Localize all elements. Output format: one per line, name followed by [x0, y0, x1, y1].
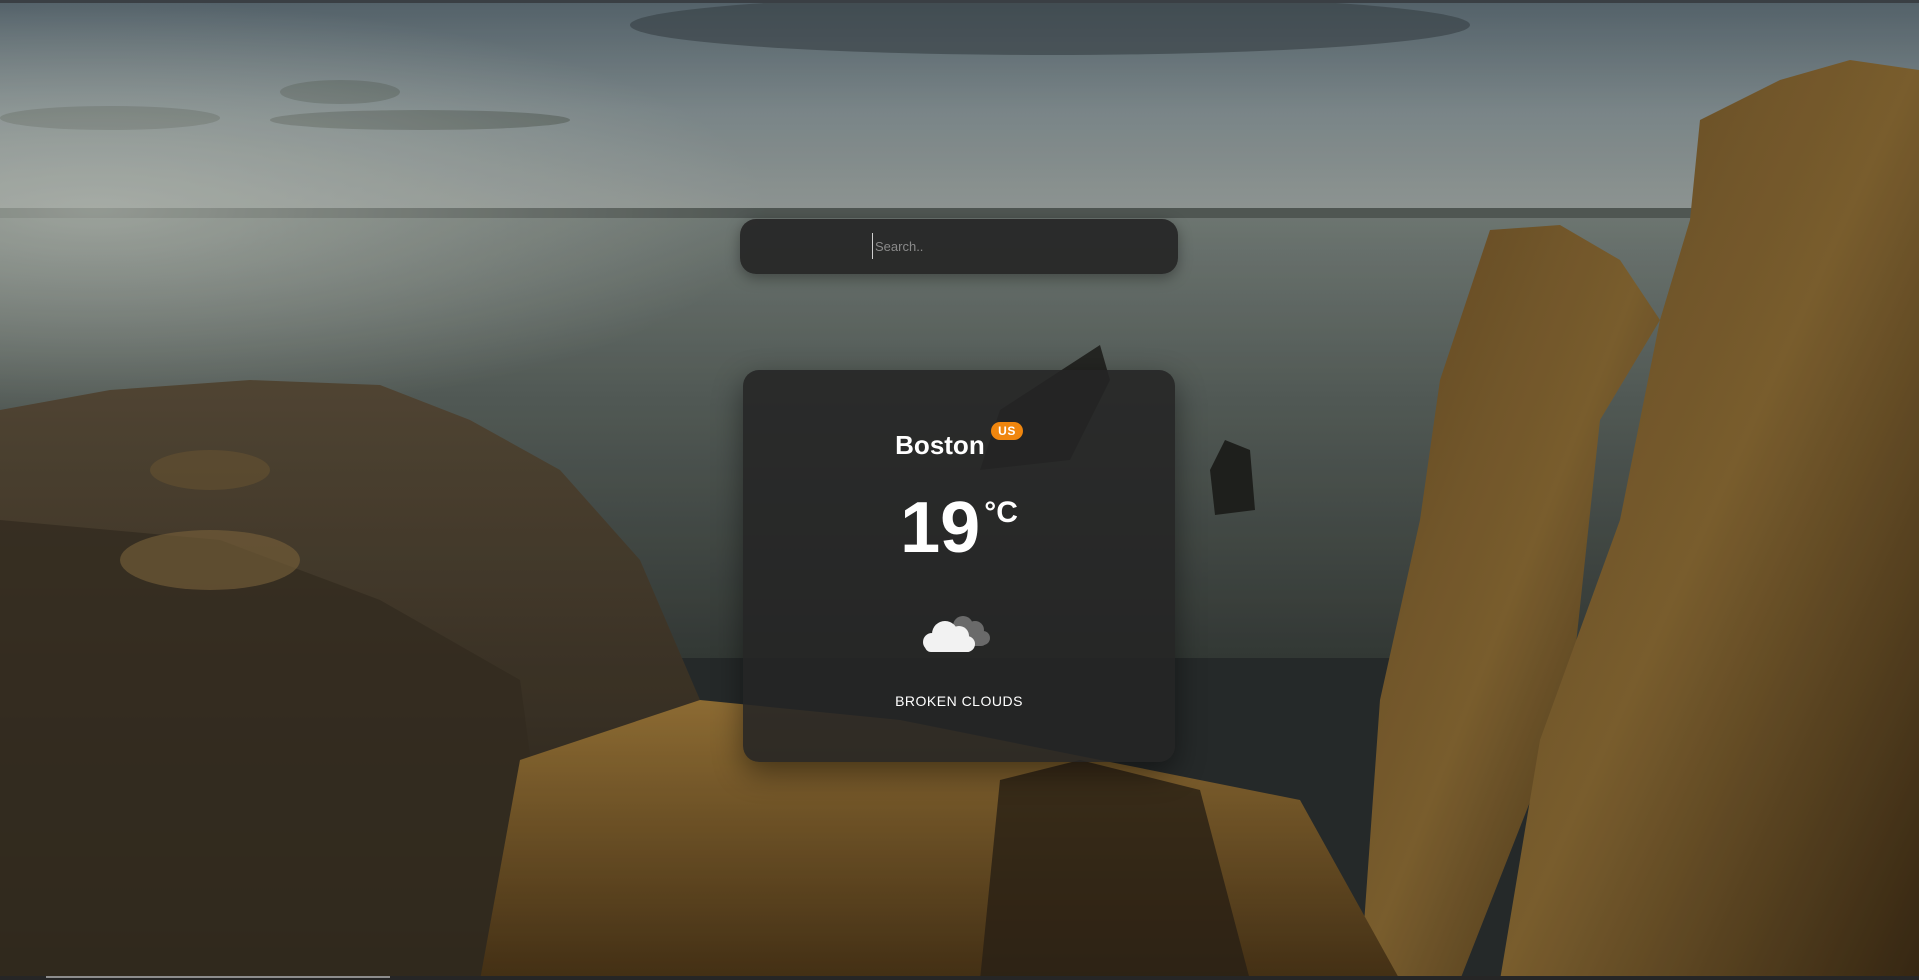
temperature-row: 19 °C [743, 492, 1175, 564]
window-top-edge [0, 0, 1919, 3]
weather-card: Boston US 19 °C BROKEN CLOUDS [743, 370, 1175, 762]
country-badge: US [991, 422, 1023, 440]
temperature-value: 19 [900, 488, 981, 568]
broken-clouds-icon [917, 606, 1001, 662]
search-input[interactable] [872, 233, 1155, 259]
scrollbar-thumb[interactable] [46, 976, 390, 978]
temperature-unit: °C [984, 496, 1018, 529]
search-bar [740, 219, 1178, 274]
weather-description: BROKEN CLOUDS [895, 693, 1023, 709]
location-row: Boston US [743, 422, 1175, 461]
city-name: Boston [895, 430, 985, 460]
